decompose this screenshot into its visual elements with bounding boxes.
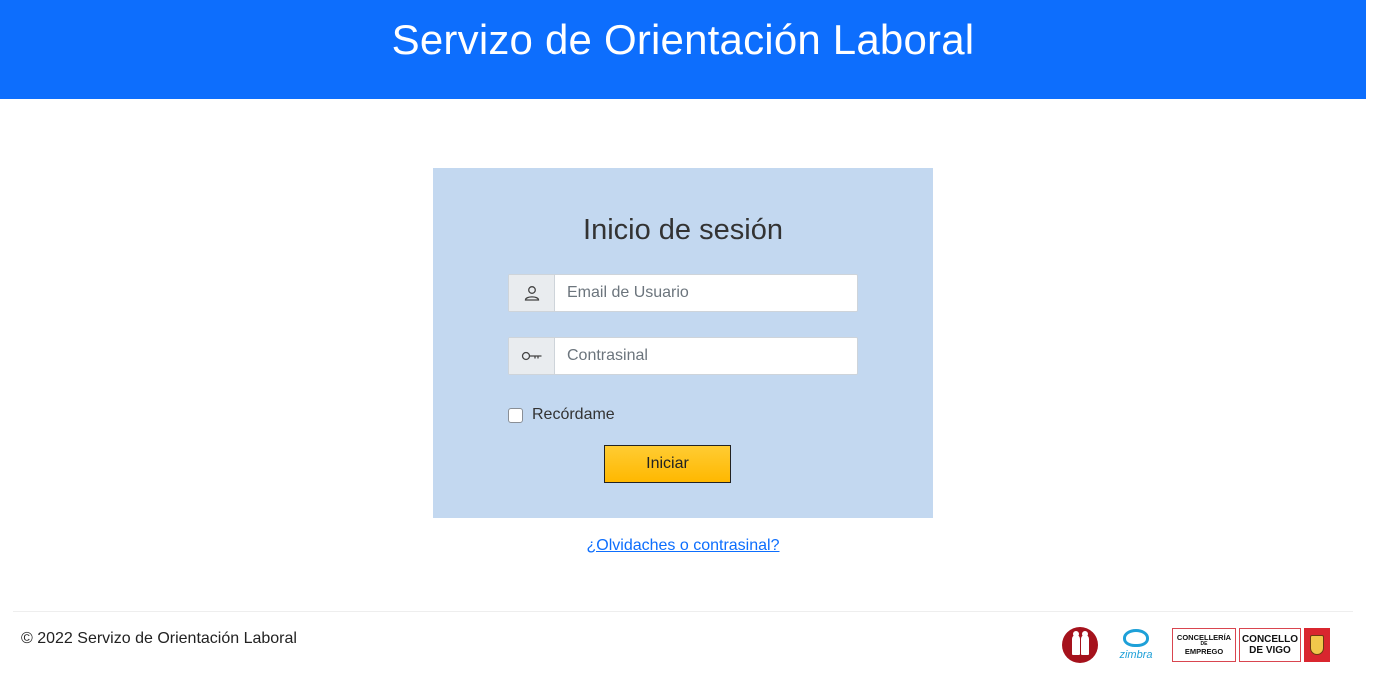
people-logo[interactable] <box>1062 627 1098 663</box>
concelleria-emprego-logo[interactable]: CONCELLERÍA DE EMPREGO <box>1172 628 1236 662</box>
remember-checkbox[interactable] <box>508 407 523 423</box>
footer-logos: zimbra CONCELLERÍA DE EMPREGO CONCELLO D… <box>1062 626 1330 664</box>
concello-vigo-logo[interactable]: CONCELLO DE VIGO <box>1239 628 1301 662</box>
copyright-text: © 2022 Servizo de Orientación Laboral <box>21 630 297 647</box>
password-input-group <box>508 337 858 375</box>
key-icon <box>509 338 555 374</box>
scrollbar-track <box>1366 0 1378 695</box>
password-input[interactable] <box>555 338 857 374</box>
email-input[interactable] <box>555 275 857 311</box>
email-input-group <box>508 274 858 312</box>
vigo-shield-icon <box>1304 628 1330 662</box>
zimbra-mark-icon <box>1123 629 1149 647</box>
login-button[interactable]: Iniciar <box>604 445 731 483</box>
remember-label: Recórdame <box>532 406 615 423</box>
user-icon <box>509 275 555 311</box>
footer-divider <box>13 611 1353 612</box>
login-title: Inicio de sesión <box>583 214 783 246</box>
login-panel: Inicio de sesión Recórdame Iniciar <box>433 168 933 518</box>
forgot-password-link[interactable]: ¿Olvidaches o contrasinal? <box>587 537 780 554</box>
header-bar: Servizo de Orientación Laboral <box>0 0 1366 99</box>
forgot-password-row: ¿Olvidaches o contrasinal? <box>0 537 1366 555</box>
zimbra-logo[interactable]: zimbra <box>1116 629 1156 661</box>
page-title: Servizo de Orientación Laboral <box>391 15 975 63</box>
remember-me[interactable]: Recórdame <box>508 406 615 424</box>
